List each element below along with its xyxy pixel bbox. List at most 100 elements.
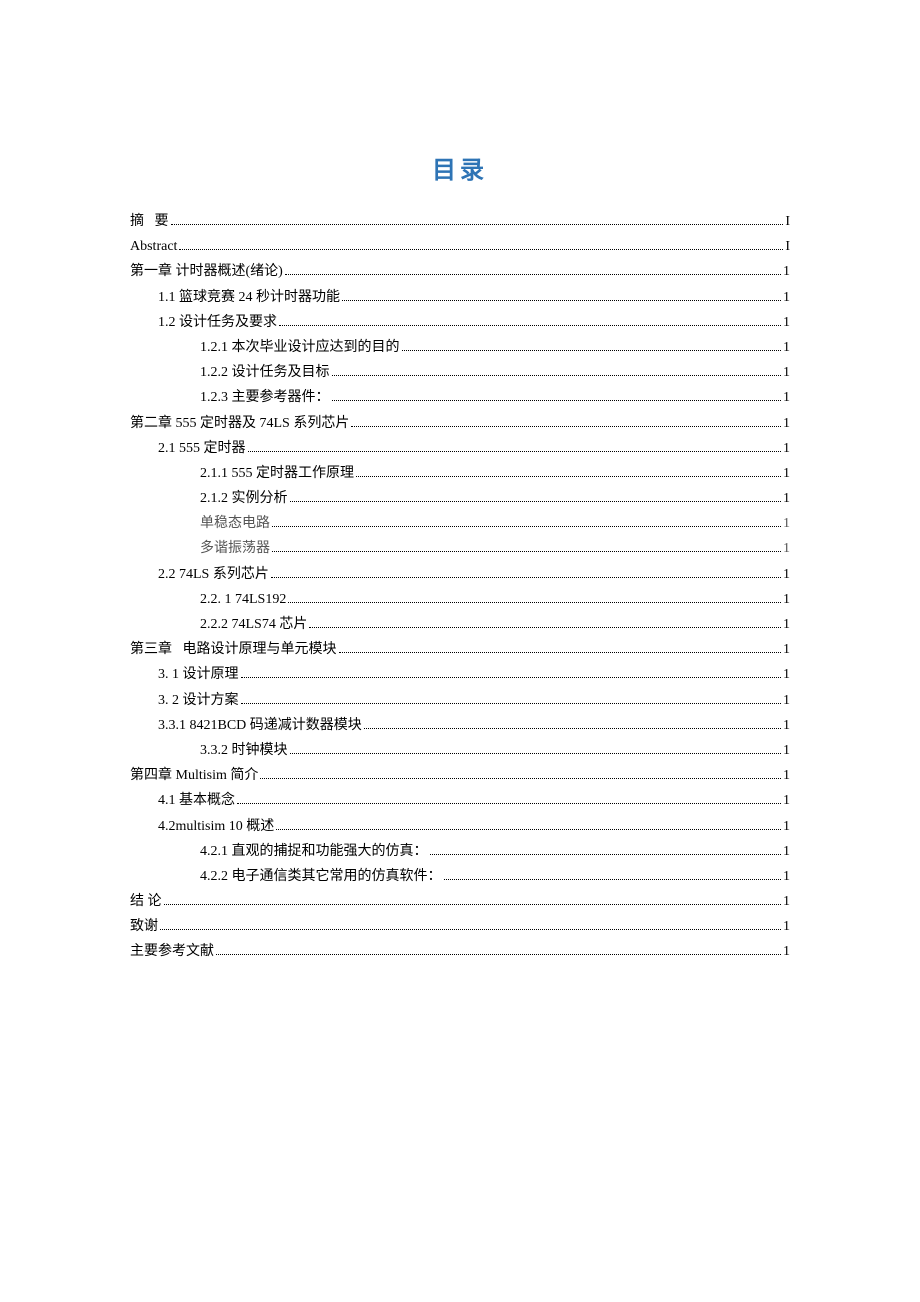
toc-leader-dots — [279, 318, 781, 325]
toc-entry: 第一章 计时器概述(绪论) 1 — [130, 259, 790, 284]
toc-entry-label: 2.2.2 74LS74 芯片 — [200, 612, 307, 637]
toc-entry: 摘 要I — [130, 209, 790, 234]
toc-entry: 4.1 基本概念 1 — [130, 788, 790, 813]
toc-entry-label: 第三章 电路设计原理与单元模块 — [130, 637, 337, 662]
toc-leader-dots — [241, 671, 782, 678]
toc-entry-page: 1 — [783, 914, 790, 939]
toc-leader-dots — [179, 243, 783, 250]
toc-entry: AbstractI — [130, 234, 790, 259]
toc-leader-dots — [356, 470, 781, 477]
toc-entry-label: 3. 2 设计方案 — [158, 688, 239, 713]
toc-entry: 第二章 555 定时器及 74LS 系列芯片 1 — [130, 411, 790, 436]
toc-entry-page: 1 — [783, 335, 790, 360]
toc-entry-page: 1 — [783, 612, 790, 637]
toc-entry: 第三章 电路设计原理与单元模块1 — [130, 637, 790, 662]
toc-leader-dots — [430, 847, 782, 854]
toc-entry-page: 1 — [783, 713, 790, 738]
toc-title: 目录 — [130, 150, 790, 185]
toc-entry-label: 1.1 篮球竞赛 24 秒计时器功能 — [158, 285, 340, 310]
toc-entry: 多谐振荡器 1 — [130, 536, 790, 561]
toc-entry-label: 2.1.2 实例分析 — [200, 486, 288, 511]
toc-leader-dots — [364, 721, 781, 728]
toc-entry-page: 1 — [783, 360, 790, 385]
toc-leader-dots — [272, 520, 781, 527]
toc-entry: 2.1.1 555 定时器工作原理 1 — [130, 461, 790, 486]
document-page: 目录 摘 要IAbstractI第一章 计时器概述(绪论)11.1 篮球竞赛 2… — [0, 0, 920, 1302]
toc-entry: 1.2.3 主要参考器件：1 — [130, 385, 790, 410]
toc-entry-page: 1 — [783, 511, 790, 536]
toc-entry-label: 第四章 Multisim 简介 — [130, 763, 258, 788]
toc-entry: 单稳态电路 1 — [130, 511, 790, 536]
toc-entry-label: 多谐振荡器 — [200, 536, 270, 561]
toc-entry: 1.2 设计任务及要求 1 — [130, 310, 790, 335]
toc-entry-label: 4.2.2 电子通信类其它常用的仿真软件： — [200, 864, 442, 889]
toc-entry: 3.3.2 时钟模块1 — [130, 738, 790, 763]
toc-leader-dots — [332, 394, 782, 401]
toc-entry-page: 1 — [783, 839, 790, 864]
toc-leader-dots — [164, 898, 782, 905]
toc-entry-label: 2.1.1 555 定时器工作原理 — [200, 461, 354, 486]
toc-entry-page: 1 — [783, 562, 790, 587]
toc-entry-page: 1 — [783, 536, 790, 561]
toc-leader-dots — [171, 218, 784, 225]
toc-entry: 1.1 篮球竞赛 24 秒计时器功能 1 — [130, 285, 790, 310]
toc-entry-label: 第二章 555 定时器及 74LS 系列芯片 — [130, 411, 349, 436]
toc-entry-page: 1 — [783, 763, 790, 788]
toc-entry: 3. 2 设计方案 1 — [130, 688, 790, 713]
toc-entry-page: 1 — [783, 461, 790, 486]
toc-leader-dots — [237, 797, 781, 804]
toc-entry-label: 1.2.2 设计任务及目标 — [200, 360, 330, 385]
toc-entry-page: 1 — [783, 587, 790, 612]
toc-entry: 主要参考文献1 — [130, 939, 790, 964]
toc-leader-dots — [160, 923, 781, 930]
toc-entry: 3.3.1 8421BCD 码递减计数器模块1 — [130, 713, 790, 738]
toc-leader-dots — [332, 369, 782, 376]
toc-leader-dots — [402, 344, 782, 351]
toc-entry-page: 1 — [783, 788, 790, 813]
toc-leader-dots — [248, 444, 782, 451]
toc-leader-dots — [444, 873, 782, 880]
toc-leader-dots — [276, 822, 781, 829]
toc-entry-page: I — [785, 209, 790, 234]
toc-entry-page: 1 — [783, 662, 790, 687]
toc-entry-page: 1 — [783, 385, 790, 410]
toc-entry-page: 1 — [783, 814, 790, 839]
toc-leader-dots — [241, 696, 782, 703]
toc-entry: 1.2.1 本次毕业设计应达到的目的 1 — [130, 335, 790, 360]
toc-entry-page: 1 — [783, 889, 790, 914]
toc-entry: 2.1 555 定时器 1 — [130, 436, 790, 461]
toc-entry: 4.2.2 电子通信类其它常用的仿真软件： 1 — [130, 864, 790, 889]
toc-entry-label: 4.2.1 直观的捕捉和功能强大的仿真： — [200, 839, 428, 864]
toc-entry: 致谢1 — [130, 914, 790, 939]
toc-entry-label: 2.1 555 定时器 — [158, 436, 246, 461]
toc-entry: 结 论 1 — [130, 889, 790, 914]
toc-entry-label: 4.2multisim 10 概述 — [158, 814, 274, 839]
toc-entry-label: 1.2.1 本次毕业设计应达到的目的 — [200, 335, 400, 360]
toc-entry: 2.2. 1 74LS192 1 — [130, 587, 790, 612]
toc-leader-dots — [351, 419, 781, 426]
toc-entry-label: 3.3.2 时钟模块 — [200, 738, 288, 763]
toc-entry: 第四章 Multisim 简介 1 — [130, 763, 790, 788]
toc-entry-page: 1 — [783, 436, 790, 461]
toc-entry-label: 1.2 设计任务及要求 — [158, 310, 277, 335]
toc-entry-page: 1 — [783, 310, 790, 335]
toc-entry-label: 2.2. 1 74LS192 — [200, 587, 286, 612]
toc-leader-dots — [309, 621, 781, 628]
toc-entry-page: 1 — [783, 864, 790, 889]
toc-entry-page: 1 — [783, 411, 790, 436]
toc-entry-label: 4.1 基本概念 — [158, 788, 235, 813]
toc-entry-label: 第一章 计时器概述(绪论) — [130, 259, 283, 284]
toc-leader-dots — [288, 596, 781, 603]
toc-entry-label: 结 论 — [130, 889, 162, 914]
toc-leader-dots — [285, 268, 781, 275]
toc-leader-dots — [290, 747, 782, 754]
toc-entry: 4.2.1 直观的捕捉和功能强大的仿真： 1 — [130, 839, 790, 864]
toc-entry-page: 1 — [783, 285, 790, 310]
toc-entry-label: 单稳态电路 — [200, 511, 270, 536]
toc-leader-dots — [342, 293, 781, 300]
toc-entry-label: 3. 1 设计原理 — [158, 662, 239, 687]
toc-leader-dots — [290, 495, 782, 502]
toc-entry-page: 1 — [783, 259, 790, 284]
toc-entry: 2.2 74LS 系列芯片1 — [130, 562, 790, 587]
toc-entry-page: 1 — [783, 688, 790, 713]
